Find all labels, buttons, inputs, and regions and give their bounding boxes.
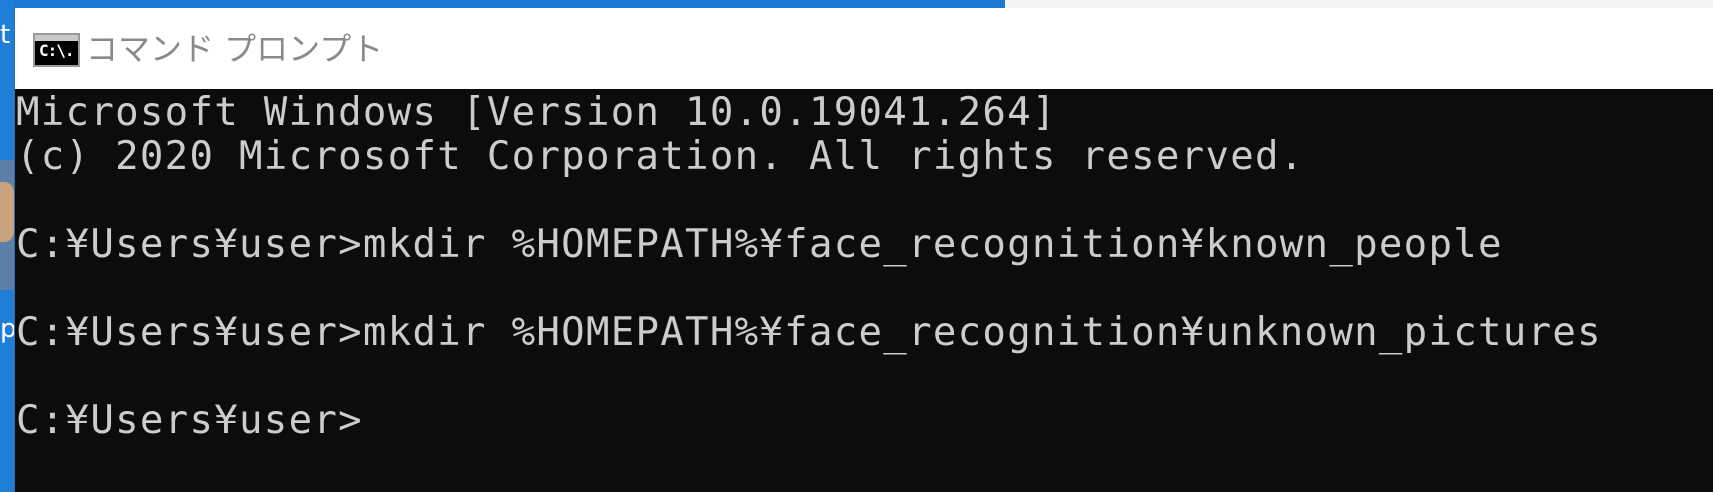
console-line-command-unknown-pictures: C:¥Users¥user>mkdir %HOMEPATH%¥face_reco… [16, 310, 1602, 355]
desktop-background: t p C:\. コマンド プロンプト Microsoft Windows [V… [0, 0, 1713, 492]
command-prompt-window[interactable]: C:\. コマンド プロンプト Microsoft Windows [Versi… [14, 8, 1713, 492]
console-line-copyright: (c) 2020 Microsoft Corporation. All righ… [16, 134, 1305, 179]
window-title: コマンド プロンプト [86, 30, 384, 68]
desktop-photo-face [0, 182, 14, 242]
console-prompt[interactable]: C:¥Users¥user> [16, 401, 363, 440]
background-window-edge [1005, 0, 1713, 8]
console-line-command-known-people: C:¥Users¥user>mkdir %HOMEPATH%¥face_reco… [16, 222, 1503, 267]
desktop-icon-label-fragment[interactable]: t [0, 22, 10, 48]
console-output[interactable]: Microsoft Windows [Version 10.0.19041.26… [15, 89, 1713, 492]
console-line-version: Microsoft Windows [Version 10.0.19041.26… [16, 90, 1057, 135]
window-titlebar[interactable]: C:\. コマンド プロンプト [15, 8, 1713, 89]
cmd-icon-glyph: C:\. [39, 41, 75, 60]
cmd-app-icon[interactable]: C:\. [33, 33, 80, 67]
